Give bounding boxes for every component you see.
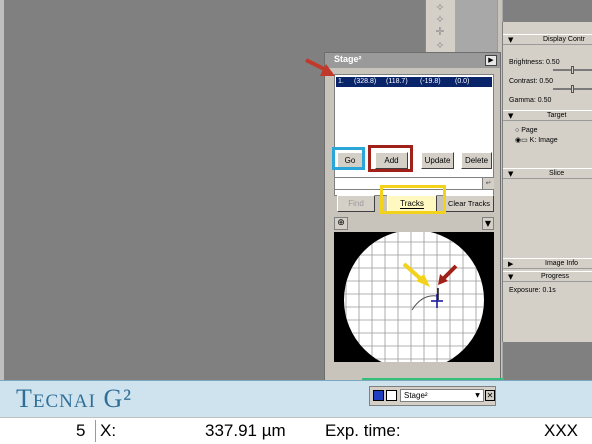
stage-window: Stage² ▶ 1. (328.8) (118.7) (-19.8) (0.0… [324,52,501,381]
clear-tracks-button[interactable]: Clear Tracks [444,195,494,212]
window-taskbar: Stage² ▼ ✕ [369,386,496,406]
target-image-option[interactable]: ◉▭ K: Image [515,136,558,145]
stage-map-canvas[interactable] [334,230,494,370]
contrast-label: Contrast: 0.50 [509,78,553,85]
gamma-label: Gamma: 0.50 [509,97,552,104]
highlight-add-button [368,145,413,172]
window-select-value: Stage² [404,391,428,400]
brightness-slider[interactable] [553,66,592,74]
left-edge-strip [0,0,4,380]
update-button[interactable]: Update [421,152,454,169]
contrast-slider[interactable] [553,85,592,93]
position-x: (328.8) [354,78,377,85]
tool-star-icon[interactable]: ✧ [434,40,446,52]
enter-icon[interactable]: ↵ [482,178,494,189]
status-axis-value: 337.91 µm [205,421,286,440]
highlight-tracks-button [380,185,446,214]
collapse-triangle-icon: ▼ [508,273,514,281]
control-panels: ▼ Display Contr Brightness: 0.50 Contras… [502,22,592,342]
exp-time-value: XXX [544,421,579,440]
exposure-label: Exposure: 0.1s [509,287,556,294]
window-icon[interactable] [373,390,384,401]
brightness-label: Brightness: 0.50 [509,59,560,66]
exp-time-label: Exp. time: [325,421,401,440]
window-icon[interactable] [386,390,397,401]
tecnai-logo: TECNAI G² [16,384,133,413]
expand-triangle-icon: ▶ [508,260,514,268]
target-image-label: K: Image [529,137,558,144]
find-button[interactable]: Find [337,195,375,212]
zoom-icon[interactable]: ⊕ [334,217,348,230]
delete-button[interactable]: Delete [461,152,492,169]
tool-cross-icon[interactable]: ✛ [434,26,446,38]
panel-display-control-header[interactable]: ▼ Display Contr [503,34,592,45]
panel-image-info-header[interactable]: ▶ Image Info [503,258,592,269]
stage-map[interactable] [334,230,494,370]
status-bar: 5 X: 337.91 µm Exp. time: XXX [0,417,592,444]
window-select[interactable]: Stage² ▼ [400,389,484,402]
status-number: 5 [76,421,86,440]
highlight-go-button [332,147,365,170]
panel-target-header[interactable]: ▼ Target [503,110,592,121]
panel-progress-header[interactable]: ▼ Progress [503,271,592,282]
panel-slice-header[interactable]: ▼ Slice [503,168,592,179]
status-axis-label: X: [100,421,117,440]
target-page-label: Page [521,127,538,134]
position-alpha: (0.0) [455,78,470,85]
map-menu-arrow-icon[interactable]: ▼ [482,217,494,230]
dropdown-arrow-icon[interactable]: ▼ [473,390,482,401]
position-y: (118.7) [386,78,408,85]
stage-title-bar[interactable]: Stage² ▶ [325,53,500,68]
close-icon[interactable]: ✕ [485,390,495,401]
red-annotation-arrow [305,58,335,76]
stage-menu-arrow-icon[interactable]: ▶ [485,55,497,66]
position-z: (-19.8) [420,78,441,85]
tool-strip: ✧ ✧ ✛ ✧ [425,0,455,58]
target-page-option[interactable]: ○ Page [515,126,538,135]
position-row[interactable]: 1. (328.8) (118.7) (-19.8) (0.0) [336,77,492,87]
collapse-triangle-icon: ▼ [508,112,514,120]
collapse-triangle-icon: ▼ [508,170,514,178]
collapse-triangle-icon: ▼ [508,36,514,44]
status-separator [95,420,96,442]
